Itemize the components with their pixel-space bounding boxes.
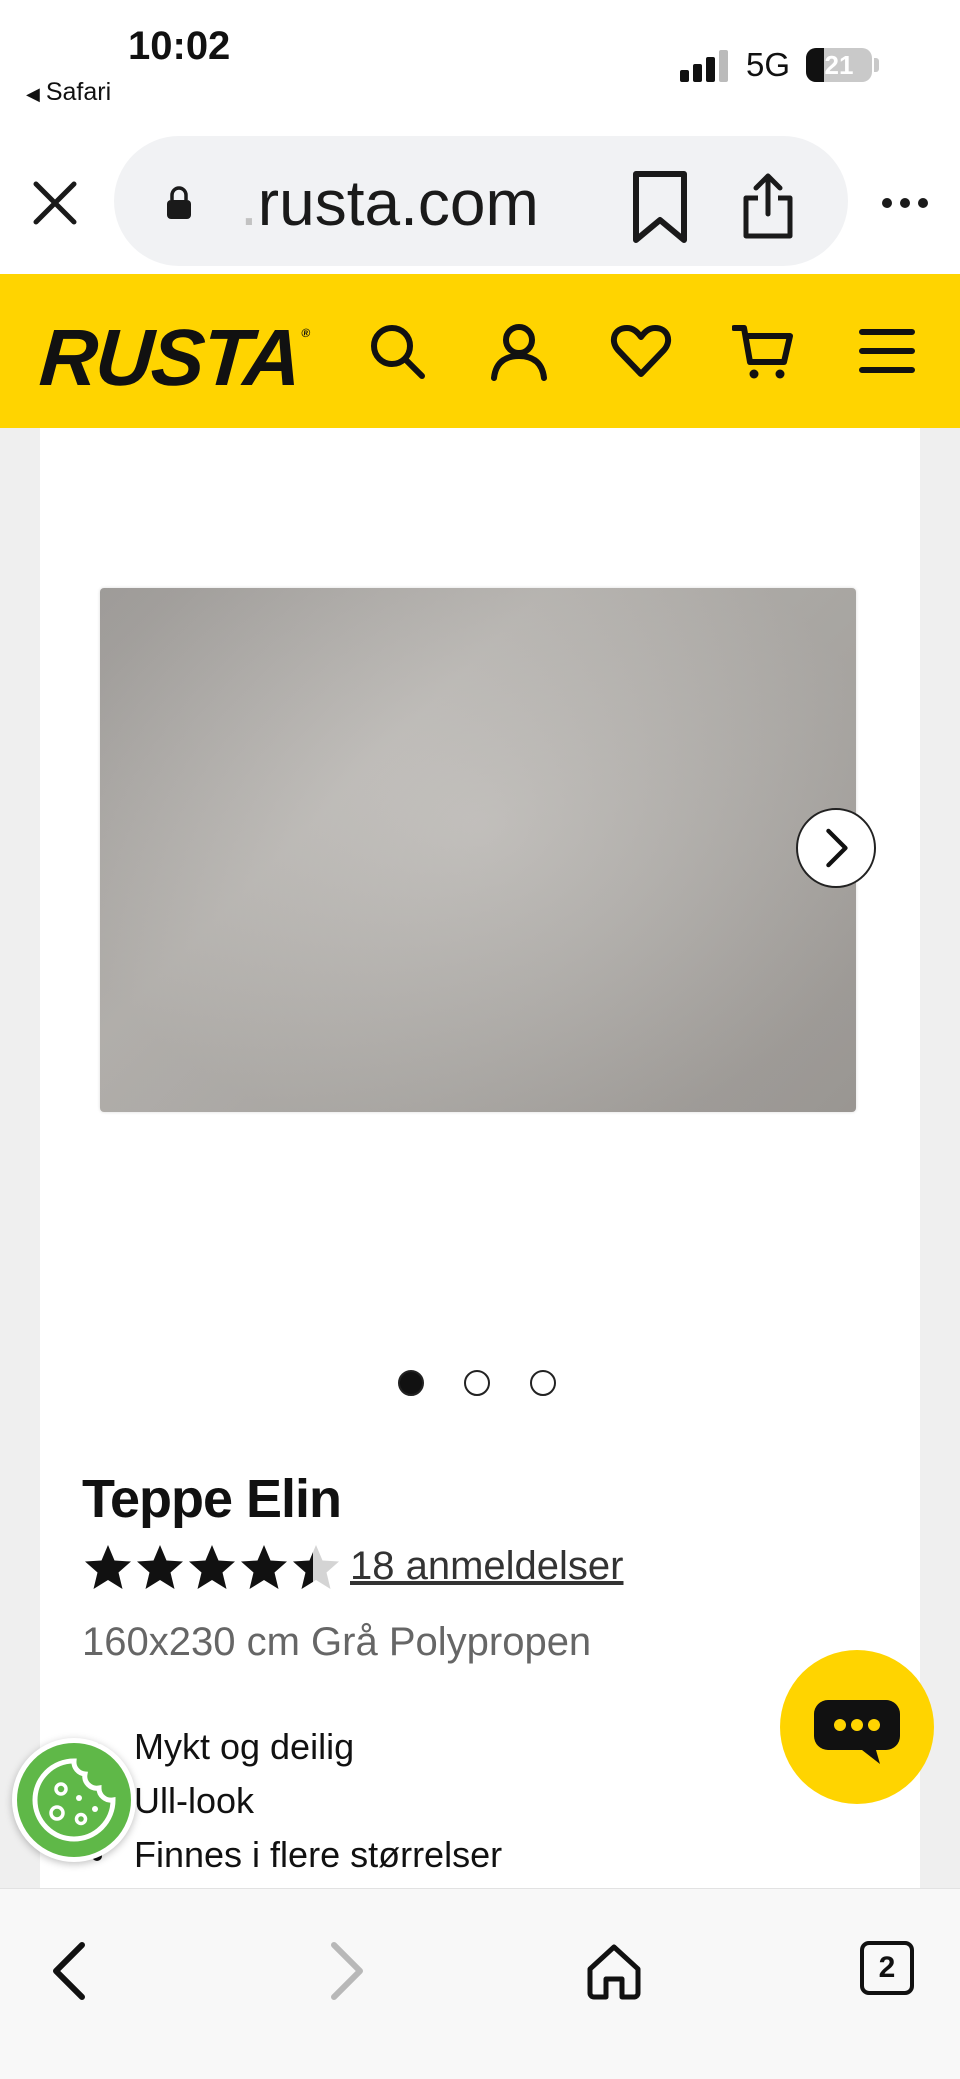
feature-item: Finnes i flere størrelser [134, 1834, 503, 1875]
back-to-app-link[interactable]: ◀ Safari [26, 78, 111, 107]
share-icon[interactable] [740, 172, 796, 240]
browser-toolbar: 2 [0, 1888, 960, 2079]
chat-button[interactable] [780, 1650, 934, 1804]
gallery-pagination [398, 1370, 598, 1398]
wishlist-icon[interactable] [610, 320, 672, 382]
address-bar[interactable]: .rusta.com [114, 136, 848, 266]
chevron-right-icon [826, 828, 848, 868]
reviews-link[interactable]: 18 anmeldelser [350, 1544, 624, 1589]
bookmark-icon[interactable] [630, 170, 690, 244]
gallery-next-button[interactable] [796, 808, 876, 888]
star-icon [137, 1545, 183, 1589]
product-title: Teppe Elin [82, 1469, 342, 1529]
cart-icon[interactable] [732, 320, 794, 382]
gallery-dot-2[interactable] [464, 1370, 490, 1396]
feature-list: Mykt og deilig Ull-look Finnes i flere s… [134, 1720, 502, 1882]
url-text: .rusta.com [240, 166, 539, 240]
close-icon[interactable] [30, 178, 80, 228]
network-type: 5G [746, 46, 791, 83]
url-domain: rusta.com [257, 167, 539, 239]
star-icon [85, 1545, 131, 1589]
forward-icon[interactable] [314, 1941, 374, 2001]
logo-text: RUSTA [36, 313, 303, 402]
product-variant: 160x230 cm Grå Polypropen [82, 1620, 592, 1664]
cookie-icon [32, 1758, 116, 1842]
status-bar: 10:02 ◀ Safari 5G 21 [0, 0, 960, 120]
status-time: 10:02 [128, 24, 231, 68]
signal-icon [680, 50, 730, 82]
menu-icon[interactable] [856, 320, 918, 382]
tab-count: 2 [878, 1951, 896, 1984]
star-icon [189, 1545, 235, 1589]
search-icon[interactable] [366, 320, 428, 382]
site-header: RUSTA® [0, 274, 960, 428]
gallery-dot-3[interactable] [530, 1370, 556, 1396]
back-icon[interactable] [42, 1941, 102, 2001]
gallery-dot-1[interactable] [398, 1370, 424, 1396]
feature-item: Mykt og deilig [134, 1726, 355, 1767]
star-icon [241, 1545, 287, 1589]
rating-stars [85, 1545, 339, 1589]
cookie-settings-button[interactable] [12, 1738, 136, 1862]
browser-address-row: .rusta.com [0, 120, 960, 274]
home-icon[interactable] [584, 1941, 644, 2001]
rusta-logo[interactable]: RUSTA® [37, 312, 310, 404]
logo-registered-mark: ® [300, 326, 309, 340]
product-image[interactable] [100, 588, 856, 1112]
account-icon[interactable] [488, 320, 550, 382]
tabs-button[interactable]: 2 [860, 1941, 914, 1995]
more-options-icon[interactable] [880, 196, 930, 210]
lock-icon [167, 186, 191, 219]
url-faded-part: . [240, 167, 258, 239]
chat-bubble-icon [814, 1700, 900, 1764]
back-triangle-icon: ◀ [26, 84, 40, 104]
battery-icon: 21 [806, 48, 872, 82]
feature-item: Ull-look [134, 1780, 255, 1821]
battery-level: 21 [824, 50, 854, 80]
back-app-label: Safari [45, 78, 112, 106]
